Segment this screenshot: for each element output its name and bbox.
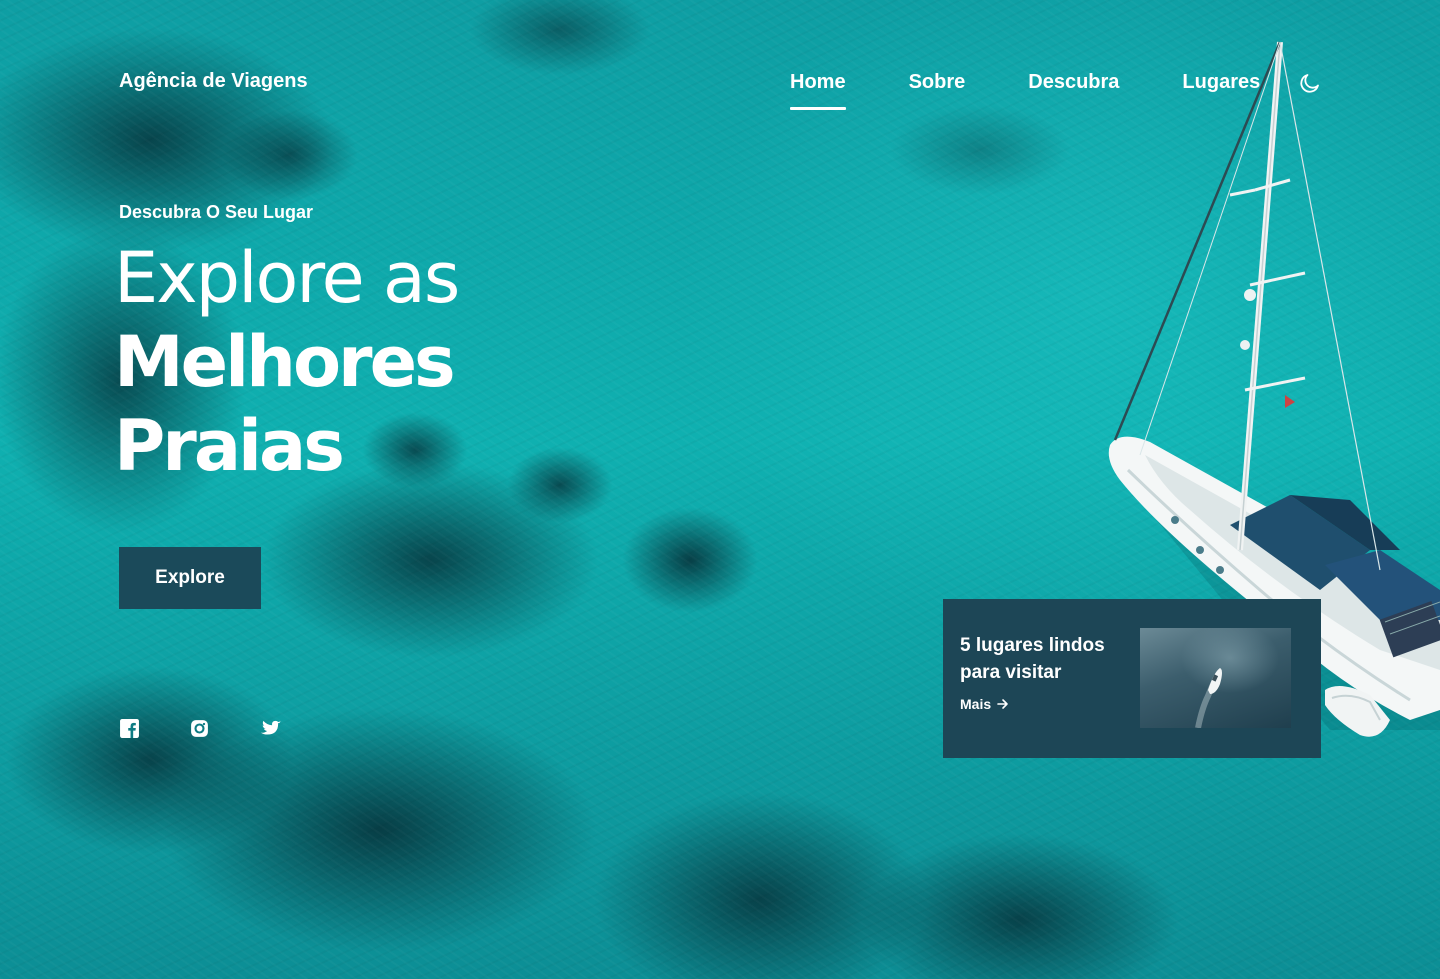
hero-title-line1: Explore as [114,237,460,319]
nav-item-sobre[interactable]: Sobre [909,70,966,94]
facebook-icon[interactable] [119,718,140,739]
hero-title-line3: Praias [114,405,345,487]
card-title: 5 lugares lindos para visitar [960,635,1105,683]
moon-icon[interactable] [1298,71,1322,95]
nav-item-lugares[interactable]: Lugares [1182,70,1260,94]
instagram-icon[interactable] [189,718,210,739]
nav-item-home[interactable]: Home [790,70,846,110]
nav-item-descubra[interactable]: Descubra [1028,70,1119,94]
featured-card[interactable]: 5 lugares lindos para visitar Mais [943,599,1321,758]
background-texture [0,0,1440,979]
hero-title-line2: Melhores [114,321,456,403]
page: Agência de Viagens Home Sobre Descubra L… [0,0,1440,979]
hero-title: Explore as Melhores Praias [114,236,460,488]
card-more-label: Mais [960,696,992,712]
site-logo[interactable]: Agência de Viagens [119,70,308,93]
arrow-right-icon [997,699,1008,709]
card-image [1140,628,1291,728]
main-nav: Home Sobre Descubra Lugares [790,70,1260,110]
card-more-link[interactable]: Mais [960,696,1009,712]
explore-button[interactable]: Explore [119,547,261,609]
hero-subtitle: Descubra O Seu Lugar [119,202,314,222]
twitter-icon[interactable] [259,718,282,739]
social-links [119,718,282,739]
